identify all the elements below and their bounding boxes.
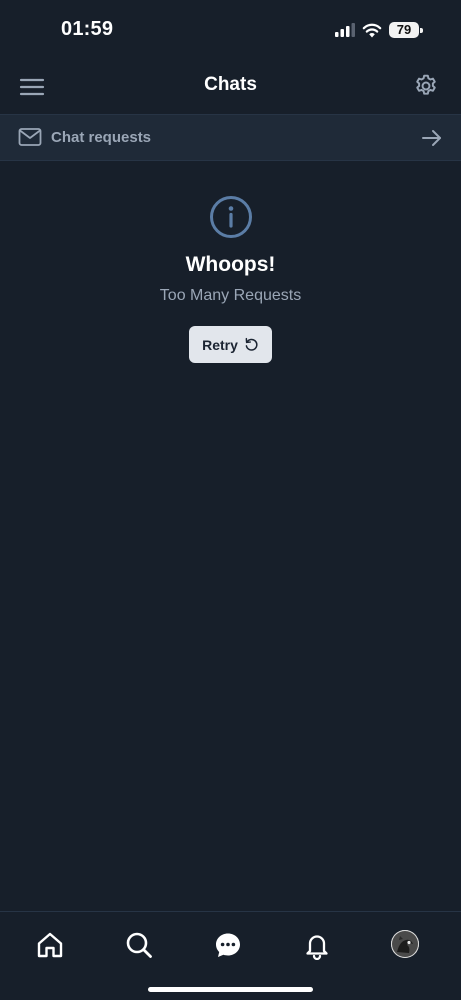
error-message: Too Many Requests <box>159 287 302 304</box>
battery-level: 79 <box>396 22 412 37</box>
chat-bubble-icon[interactable] <box>213 930 243 960</box>
wifi-icon <box>362 23 382 37</box>
home-icon[interactable] <box>35 930 65 960</box>
retry-label: Retry <box>202 336 238 353</box>
info-icon <box>209 196 252 238</box>
arrow-right-icon <box>422 130 441 146</box>
status-time: 01:59 <box>61 18 114 40</box>
bell-icon[interactable] <box>302 930 332 960</box>
battery-indicator: 79 <box>389 20 423 40</box>
error-panel: Whoops! Too Many Requests Retry <box>0 195 461 363</box>
chat-requests-label: Chat requests <box>51 129 152 146</box>
error-title: Whoops! <box>185 253 276 276</box>
gear-icon[interactable] <box>413 73 439 99</box>
mail-icon <box>18 128 42 146</box>
home-indicator <box>148 987 313 992</box>
retry-button[interactable]: Retry <box>189 326 272 363</box>
chat-requests-banner[interactable]: Chat requests <box>0 114 461 161</box>
cellular-signal-icon <box>335 23 355 37</box>
profile-avatar[interactable] <box>391 930 419 958</box>
search-icon[interactable] <box>124 930 154 960</box>
bottom-tab-bar <box>0 911 461 1000</box>
status-bar: 01:59 79 <box>0 0 461 62</box>
page-title: Chats <box>204 74 257 95</box>
status-icons: 79 <box>335 20 423 40</box>
top-nav: Chats <box>0 62 461 112</box>
refresh-icon <box>245 337 258 351</box>
